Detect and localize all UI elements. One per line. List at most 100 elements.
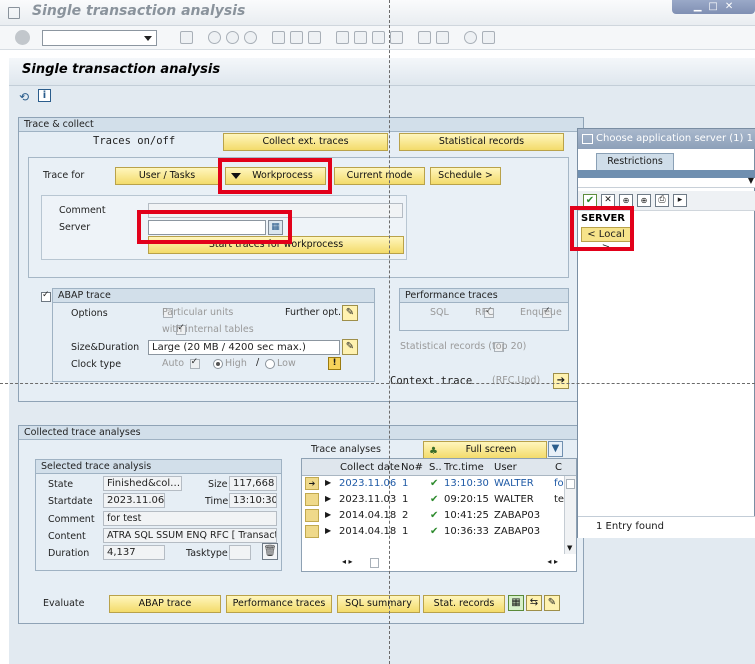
shortcut-icon[interactable] <box>436 31 449 44</box>
particular-units-label: Particular units <box>162 307 234 318</box>
clock-slash: / <box>256 357 260 368</box>
table-row[interactable]: ➔ ▶ 2023.11.06 1 ✔ 13:10:30 WALTER fo <box>302 476 564 492</box>
popup-more-icon[interactable]: ▸ <box>673 194 687 207</box>
find-icon[interactable] <box>290 31 303 44</box>
edit-pencil-icon[interactable]: ✎ <box>544 595 560 611</box>
collect-ext-traces-button[interactable]: Collect ext. traces <box>223 133 388 151</box>
abap-trace-checkbox[interactable] <box>41 290 51 302</box>
abap-trace-eval-button[interactable]: ABAP trace <box>109 595 221 613</box>
expand-icon[interactable]: ▶ <box>325 478 331 487</box>
maximize-icon[interactable]: □ <box>708 0 717 14</box>
further-options-icon[interactable]: ✎ <box>342 305 358 321</box>
col-user[interactable]: User <box>494 462 517 473</box>
schedule-button[interactable]: Schedule > <box>430 167 501 185</box>
expand-icon[interactable]: ▶ <box>325 526 331 535</box>
cell-user: ZABAP03 <box>494 526 541 537</box>
info-icon[interactable]: i <box>38 89 51 102</box>
time-field: 13:10:30 <box>229 493 277 508</box>
current-mode-button[interactable]: Current mode <box>334 167 425 185</box>
context-trace-icon[interactable]: ➔ <box>553 373 569 389</box>
col-no[interactable]: No# <box>401 462 423 473</box>
low-radio[interactable] <box>265 359 275 369</box>
print-icon[interactable] <box>272 31 285 44</box>
cell-no: 1 <box>402 494 409 505</box>
excel-export-icon[interactable]: ▦ <box>508 595 524 611</box>
table-row[interactable]: ▶ 2023.11.03 1 ✔ 09:20:15 WALTER te <box>302 492 564 508</box>
popup-find-next-icon[interactable]: ⊕ <box>637 194 651 207</box>
evaluate-label: Evaluate <box>43 598 85 609</box>
state-label: State <box>48 479 74 490</box>
size-duration-edit-icon[interactable]: ✎ <box>342 339 358 355</box>
back-icon[interactable] <box>208 31 221 44</box>
full-screen-label: Full screen <box>465 444 517 455</box>
size-field: 117,668 <box>229 476 277 491</box>
compare-icon[interactable]: ⇆ <box>526 595 542 611</box>
last-page-icon[interactable] <box>390 31 403 44</box>
size-duration-label: Size&Duration <box>71 342 140 353</box>
help-icon[interactable] <box>464 31 477 44</box>
status-check-icon: ✔ <box>430 478 439 489</box>
command-field[interactable] <box>42 30 157 46</box>
vertical-scrollbar[interactable]: ▼ <box>564 476 576 554</box>
tasktype-field <box>229 545 251 560</box>
row-selector[interactable] <box>305 509 319 522</box>
internal-tables-label: with internal tables <box>162 324 254 335</box>
first-page-icon[interactable] <box>336 31 349 44</box>
performance-traces-button[interactable]: Performance traces <box>226 595 332 613</box>
new-session-icon[interactable] <box>418 31 431 44</box>
row-selector[interactable]: ➔ <box>305 477 319 490</box>
col-s[interactable]: S.. <box>429 462 442 473</box>
auto-checkbox[interactable] <box>189 357 200 369</box>
popup-scroll-strip[interactable]: ▼ <box>578 176 755 188</box>
window-title: Single transaction analysis <box>32 3 246 19</box>
prev-page-icon[interactable] <box>354 31 367 44</box>
save-icon[interactable] <box>180 31 193 44</box>
stat-records-button[interactable]: Stat. records <box>423 595 505 613</box>
high-label: High <box>225 358 247 369</box>
delete-trash-icon[interactable]: 🗑 <box>262 543 278 560</box>
time-label: Time <box>205 496 229 507</box>
cell-c: te <box>554 494 564 505</box>
window-menu-icon[interactable] <box>8 7 20 19</box>
startdate-field: 2023.11.06 <box>103 493 165 508</box>
sql-label: SQL <box>430 307 449 318</box>
full-screen-icon: ♣ <box>429 446 438 457</box>
full-screen-button[interactable]: ♣ Full screen <box>423 441 547 459</box>
expand-icon[interactable]: ▶ <box>325 494 331 503</box>
size-duration-select[interactable]: Large (20 MB / 4200 sec max.) <box>148 340 340 355</box>
popup-print-icon[interactable]: ⎙ <box>655 194 669 207</box>
filter-icon[interactable]: ▼ <box>548 441 563 457</box>
user-tasks-button[interactable]: User / Tasks <box>115 167 219 185</box>
refresh-icon[interactable]: ⟲ <box>19 90 29 104</box>
enter-icon[interactable] <box>15 30 30 45</box>
col-collect-date[interactable]: Collect date <box>340 462 400 473</box>
layout-icon[interactable] <box>482 31 495 44</box>
statistical-records-button[interactable]: Statistical records <box>399 133 564 151</box>
minimize-icon[interactable]: ▁ <box>694 0 702 14</box>
col-c[interactable]: C <box>555 462 562 473</box>
row-selector[interactable] <box>305 493 319 506</box>
col-trc-time[interactable]: Trc.time <box>444 462 484 473</box>
cancel-icon[interactable] <box>244 31 257 44</box>
page-header: Single transaction analysis <box>9 58 755 86</box>
collected-analyses-header: Collected trace analyses <box>19 426 583 440</box>
table-row[interactable]: ▶ 2014.04.18 2 ✔ 10:41:25 ZABAP03 <box>302 508 564 524</box>
high-radio[interactable] <box>213 359 223 369</box>
exit-icon[interactable] <box>226 31 239 44</box>
choose-server-popup: Choose application server (1) 1 E Restri… <box>577 128 755 538</box>
table-row[interactable]: ▶ 2014.04.18 1 ✔ 10:36:33 ZABAP03 <box>302 524 564 540</box>
find-next-icon[interactable] <box>308 31 321 44</box>
expand-icon[interactable]: ▶ <box>325 510 331 519</box>
row-selector[interactable] <box>305 525 319 538</box>
window-controls[interactable]: ▁ □ ✕ <box>672 0 755 14</box>
horizontal-scrollbar[interactable]: ◂ ▸ ◂ ▸ <box>340 557 562 569</box>
close-icon[interactable]: ✕ <box>725 0 733 14</box>
duration-field: 4,137 <box>103 545 165 560</box>
tab-restrictions[interactable]: Restrictions <box>596 153 674 170</box>
server-label: Server <box>59 222 91 233</box>
next-page-icon[interactable] <box>372 31 385 44</box>
cell-no: 1 <box>402 526 409 537</box>
vertical-guide-line <box>389 0 390 664</box>
sql-summary-button[interactable]: SQL summary <box>337 595 420 613</box>
performance-traces-header: Performance traces <box>400 289 568 303</box>
